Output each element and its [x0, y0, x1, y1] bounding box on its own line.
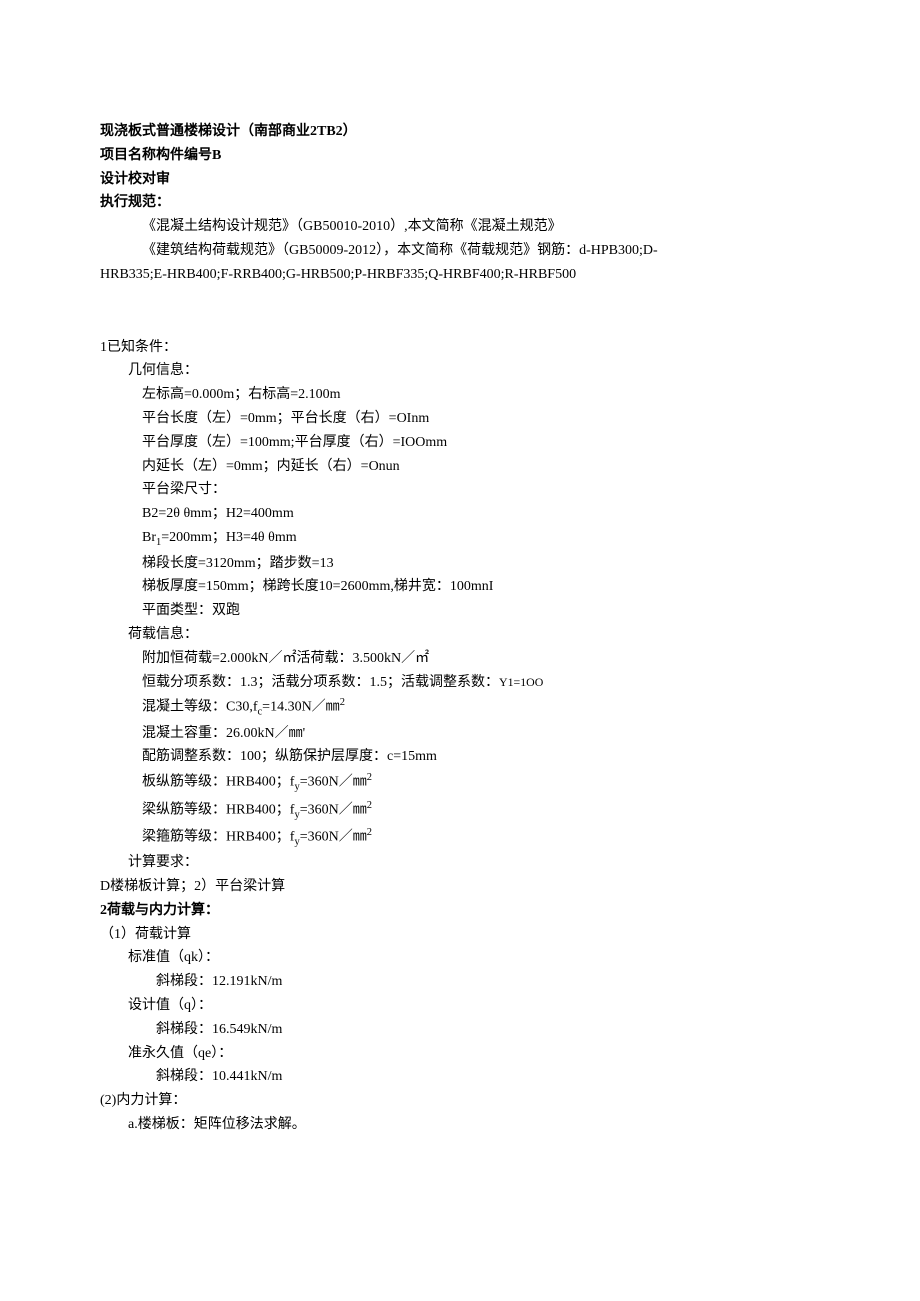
beam-stirrup-rebar: 梁箍筋等级：HRB400；fy=360N／㎜2	[100, 824, 820, 851]
concrete-density: 混凝土容重：26.00kN／㎜'	[100, 722, 820, 746]
load-factors: 恒载分项系数：1.3；活载分项系数：1.5；活载调整系数：Y1=1OO	[100, 671, 820, 695]
doc-title: 现浇板式普通楼梯设计（南部商业2TB2）	[100, 120, 820, 144]
load-dead-live: 附加恒荷载=2.000kN／㎡活荷载：3.500kN／㎡	[100, 647, 820, 671]
project-line: 项目名称构件编号B	[100, 144, 820, 168]
beam-long-rebar: 梁纵筋等级：HRB400；fy=360N／㎜2	[100, 797, 820, 824]
geom-inner-extension: 内延长（左）=0mm；内延长（右）=Onun	[100, 455, 820, 479]
design-value-label: 设计值（q）：	[100, 994, 820, 1018]
spec-line-3: HRB335;E-HRB400;F-RRB400;G-HRB500;P-HRBF…	[100, 263, 820, 287]
rebar-factor-cover: 配筋调整系数：100；纵筋保护层厚度：c=15mm	[100, 745, 820, 769]
section-1-header: 1已知条件：	[100, 336, 820, 360]
design-check-line: 设计校对审	[100, 168, 820, 192]
calc-req-items: D楼梯板计算；2）平台梁计算	[100, 875, 820, 899]
geom-platform-thickness: 平台厚度（左）=100mm;平台厚度（右）=IOOmm	[100, 431, 820, 455]
geom-elevation: 左标高=0.000m；右标高=2.100m	[100, 383, 820, 407]
slab-long-rebar: 板纵筋等级：HRB400；fy=360N／㎜2	[100, 769, 820, 796]
std-value: 斜梯段：12.191kN/m	[100, 970, 820, 994]
spec-line-2: 《建筑结构荷载规范》（GB50009-2012），本文简称《荷载规范》钢筋：d-…	[100, 239, 820, 263]
concrete-grade: 混凝土等级：C30,fc=14.30N／㎜2	[100, 694, 820, 721]
geom-beam-size-label: 平台梁尺寸：	[100, 478, 820, 502]
stair-slab-method: a.楼梯板：矩阵位移法求解。	[100, 1113, 820, 1137]
internal-force-label: (2)内力计算：	[100, 1089, 820, 1113]
load-calc-label: （1）荷载计算	[100, 923, 820, 947]
spec-line-1: 《混凝土结构设计规范》（GB50010-2010）,本文简称《混凝土规范》	[100, 215, 820, 239]
calc-req-label: 计算要求：	[100, 851, 820, 875]
section-2-header: 2荷载与内力计算：	[100, 899, 820, 923]
quasi-perm-label: 准永久值（qe）：	[100, 1042, 820, 1066]
design-value: 斜梯段：16.549kN/m	[100, 1018, 820, 1042]
geom-plan-type: 平面类型：双跑	[100, 599, 820, 623]
geom-platform-length: 平台长度（左）=0mm；平台长度（右）=OInm	[100, 407, 820, 431]
geom-slab-thickness: 梯板厚度=150mm；梯跨长度10=2600mm,梯井宽：100mnI	[100, 575, 820, 599]
geom-br1-h3: Br1=200mm；H3=4θ θmm	[100, 526, 820, 552]
geom-label: 几何信息：	[100, 359, 820, 383]
quasi-perm-value: 斜梯段：10.441kN/m	[100, 1065, 820, 1089]
std-value-label: 标准值（qk）：	[100, 946, 820, 970]
spec-label: 执行规范：	[100, 191, 820, 215]
geom-flight-length: 梯段长度=3120mm；踏步数=13	[100, 552, 820, 576]
load-label: 荷载信息：	[100, 623, 820, 647]
geom-b2-h2: B2=2θ θmm；H2=400mm	[100, 502, 820, 526]
